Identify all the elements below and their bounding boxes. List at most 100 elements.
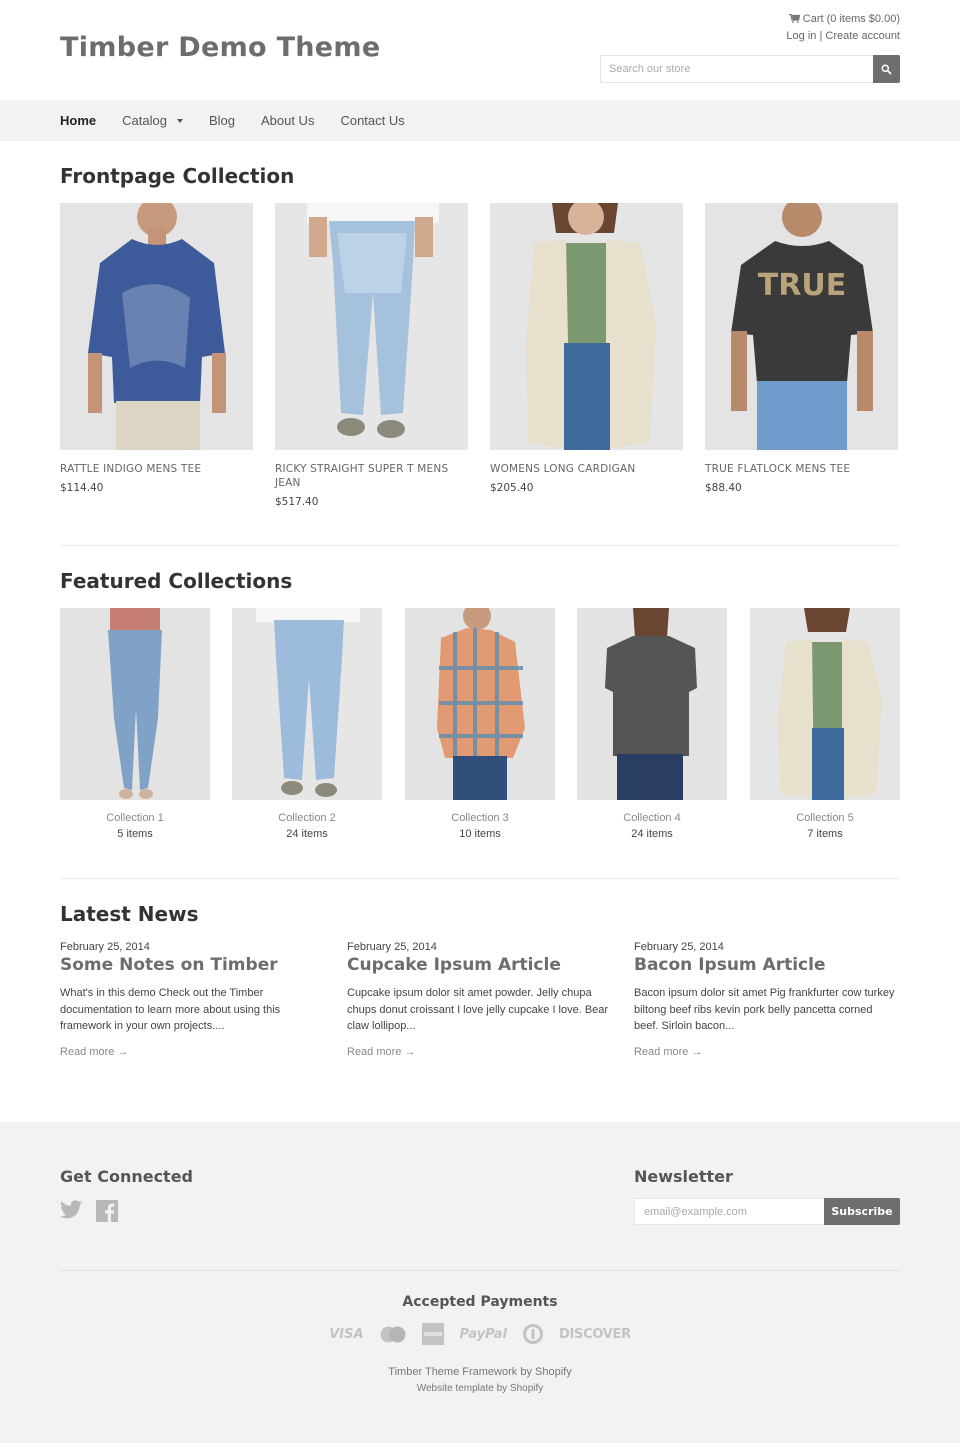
cart-link[interactable]: Cart (0 items $0.00) — [788, 13, 900, 25]
read-more-link[interactable]: Read more → — [347, 1046, 612, 1058]
product-name[interactable]: WOMENS LONG CARDIGAN — [490, 462, 683, 476]
latest-news-title: Latest News — [60, 902, 199, 926]
collection-count: 7 items — [807, 828, 843, 840]
facebook-icon — [96, 1200, 118, 1222]
collection-image-plaid-shirt — [405, 608, 555, 800]
search-button[interactable] — [873, 55, 900, 83]
product-image-light-wash-jeans — [275, 203, 468, 450]
site-title-link[interactable]: Timber Demo Theme — [60, 32, 380, 63]
account-link-separator: | — [819, 29, 823, 42]
facebook-link[interactable] — [96, 1200, 118, 1226]
article-date: February 25, 2014 — [347, 941, 437, 953]
social-links — [60, 1200, 118, 1226]
read-more-link[interactable]: Read more → — [60, 1046, 325, 1058]
read-more-link[interactable]: Read more → — [634, 1046, 899, 1058]
product-price: $114.40 — [60, 482, 104, 494]
collection-image-womens-skinny-jeans — [60, 608, 210, 800]
login-link[interactable]: Log in — [786, 30, 816, 42]
mastercard-icon — [380, 1326, 406, 1342]
search-form — [600, 55, 900, 83]
collection-count: 5 items — [117, 828, 153, 840]
collection-card[interactable]: Collection 4 24 items — [577, 608, 727, 840]
subscribe-button[interactable]: Subscribe — [824, 1198, 900, 1225]
collection-image-link[interactable] — [750, 608, 900, 800]
collection-image-link[interactable] — [577, 608, 727, 800]
article-excerpt: Cupcake ipsum dolor sit amet powder. Jel… — [347, 987, 609, 1032]
site-header: Timber Demo Theme Cart (0 items $0.00) L… — [0, 0, 960, 100]
svg-text:TRUE: TRUE — [758, 268, 846, 303]
product-image-woman-cream-cardigan — [490, 203, 683, 450]
product-name[interactable]: TRUE FLATLOCK MENS TEE — [705, 462, 898, 476]
cart-label: Cart (0 items $0.00) — [802, 13, 900, 25]
article-date: February 25, 2014 — [60, 941, 150, 953]
product-image-link[interactable]: TRUE — [705, 203, 898, 450]
nav-link-catalog[interactable]: Catalog — [122, 113, 167, 128]
nav-item-about-us[interactable]: About Us — [261, 113, 314, 128]
template-credit-link[interactable]: Website template by Shopify — [417, 1383, 544, 1394]
product-image-man-blue-tee — [60, 203, 253, 450]
accepted-payments-title: Accepted Payments — [402, 1294, 558, 1310]
newsletter-email-input[interactable] — [634, 1198, 824, 1225]
search-input[interactable] — [600, 55, 873, 83]
product-image-link[interactable] — [490, 203, 683, 450]
collection-count: 24 items — [286, 828, 328, 840]
product-image-link[interactable] — [275, 203, 468, 450]
collection-card[interactable]: Collection 1 5 items — [60, 608, 210, 840]
paypal-icon: PayPal — [459, 1326, 507, 1342]
collection-name[interactable]: Collection 1 — [60, 812, 210, 824]
product-card[interactable]: TRUE TRUE FLATLOCK MENS TEE $88.40 — [705, 203, 898, 494]
article-title-link[interactable]: Bacon Ipsum Article — [634, 955, 899, 975]
chevron-down-icon[interactable] — [176, 118, 183, 123]
nav-link-contact-us[interactable]: Contact Us — [340, 113, 404, 128]
product-name[interactable]: RATTLE INDIGO MENS TEE — [60, 462, 253, 476]
collection-card[interactable]: Collection 5 7 items — [750, 608, 900, 840]
collection-name[interactable]: Collection 2 — [232, 812, 382, 824]
news-article: February 25, 2014 Bacon Ipsum Article Ba… — [634, 941, 899, 1058]
article-title-link[interactable]: Some Notes on Timber — [60, 955, 325, 975]
cart-icon — [788, 14, 800, 23]
collection-name[interactable]: Collection 4 — [577, 812, 727, 824]
nav-item-home[interactable]: Home — [60, 113, 96, 128]
product-image-link[interactable] — [60, 203, 253, 450]
newsletter-title: Newsletter — [634, 1167, 733, 1186]
amex-icon — [421, 1323, 444, 1345]
product-card[interactable]: RICKY STRAIGHT SUPER T MENS JEAN $517.40 — [275, 203, 468, 508]
nav-link-blog[interactable]: Blog — [209, 113, 235, 128]
nav-link-home[interactable]: Home — [60, 113, 96, 128]
template-credit: Website template by Shopify — [0, 1383, 960, 1394]
nav-item-contact-us[interactable]: Contact Us — [340, 113, 404, 128]
article-excerpt: What's in this demo Check out the Timber… — [60, 987, 281, 1032]
collection-name[interactable]: Collection 3 — [405, 812, 555, 824]
product-image-man-charcoal-tee: TRUE — [705, 203, 898, 450]
collection-card[interactable]: Collection 3 10 items — [405, 608, 555, 840]
article-date: February 25, 2014 — [634, 941, 724, 953]
collection-image-womens-grey-tee — [577, 608, 727, 800]
collection-name[interactable]: Collection 5 — [750, 812, 900, 824]
collection-card[interactable]: Collection 2 24 items — [232, 608, 382, 840]
collection-image-link[interactable] — [60, 608, 210, 800]
discover-icon: DISCOVER — [559, 1326, 631, 1342]
twitter-link[interactable] — [60, 1200, 82, 1226]
header-account-links: Cart (0 items $0.00) Log in | Create acc… — [786, 11, 900, 44]
collection-image-link[interactable] — [232, 608, 382, 800]
article-title-link[interactable]: Cupcake Ipsum Article — [347, 955, 612, 975]
nav-item-catalog[interactable]: Catalog — [122, 113, 183, 128]
product-card[interactable]: WOMENS LONG CARDIGAN $205.40 — [490, 203, 683, 494]
nav-item-blog[interactable]: Blog — [209, 113, 235, 128]
product-name[interactable]: RICKY STRAIGHT SUPER T MENS JEAN — [275, 462, 468, 490]
collection-count: 10 items — [459, 828, 501, 840]
product-price: $88.40 — [705, 482, 742, 494]
nav-link-about-us[interactable]: About Us — [261, 113, 314, 128]
diners-club-icon — [523, 1324, 543, 1344]
visa-icon: VISA — [329, 1326, 364, 1342]
collection-image-link[interactable] — [405, 608, 555, 800]
newsletter-form: Subscribe — [634, 1198, 900, 1225]
create-account-link[interactable]: Create account — [825, 30, 900, 42]
collection-count: 24 items — [631, 828, 673, 840]
article-excerpt: Bacon ipsum dolor sit amet Pig frankfurt… — [634, 987, 895, 1032]
product-card[interactable]: RATTLE INDIGO MENS TEE $114.40 — [60, 203, 253, 494]
section-divider — [60, 878, 900, 879]
frontpage-collection-title: Frontpage Collection — [60, 164, 295, 188]
payment-icons: VISA PayPal DISCOVER — [0, 1323, 960, 1345]
theme-credit-link[interactable]: Timber Theme Framework by Shopify — [388, 1366, 571, 1378]
